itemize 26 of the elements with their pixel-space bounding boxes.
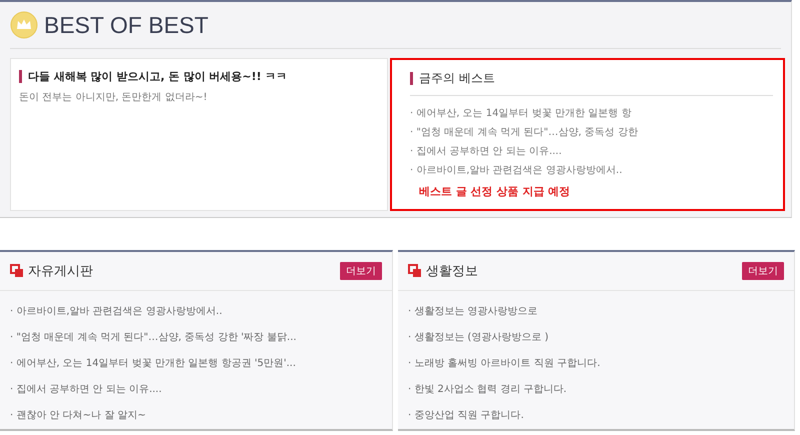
notice-text: 베스트 글 선정 상품 지급 예정 [419,184,572,199]
post-link[interactable]: · 집에서 공부하면 안 되는 이유.... [10,377,382,403]
weekly-best-title: 금주의 베스트 [419,70,495,87]
post-link[interactable]: · 괜찮아 안 다쳐~나 잘 알지~ [10,403,382,429]
more-button[interactable]: 더보기 [742,262,784,280]
board-icon [10,264,24,278]
featured-title[interactable]: 다들 새해복 많이 받으시고, 돈 많이 버세용~!! ㅋㅋ [28,69,288,84]
post-link[interactable]: · 생활정보는 영광사랑방으로 [408,299,784,325]
crown-icon [10,11,38,39]
post-link[interactable]: · 에어부산, 오는 14일부터 벚꽃 만개한 일본행 항 [410,104,773,123]
post-link[interactable]: · 한빛 2사업소 협력 경리 구합니다. [408,377,784,403]
post-link[interactable]: · 아르바이트,알바 관련검색은 영광사랑방에서.. [10,299,382,325]
featured-summary: 돈이 전부는 아니지만, 돈만한게 없더라~! [19,91,208,104]
post-link[interactable]: · 노래방 홀써빙 아르바이트 직원 구합니다. [408,351,784,377]
board-title: 생활정보 [426,263,479,280]
more-button[interactable]: 더보기 [340,262,382,280]
section-title: BEST OF BEST [44,12,208,38]
post-link[interactable]: · 집에서 공부하면 안 되는 이유.... [410,142,773,161]
post-link[interactable]: · "엄청 매운데 계속 먹게 된다"…삼양, 중독성 강한 '짜장 불닭... [10,325,382,351]
post-link[interactable]: · 중앙산업 직원 구합니다. [408,403,784,429]
board-icon [408,264,422,278]
board-title: 자유게시판 [28,263,94,280]
post-link[interactable]: · 아르바이트,알바 관련검색은 영광사랑방에서.. [410,161,773,180]
post-link[interactable]: · 에어부산, 오는 14일부터 벚꽃 만개한 일본행 항공권 '5만원'... [10,351,382,377]
post-link[interactable]: · 생활정보는 (영광사랑방으로 ) [408,325,784,351]
post-link[interactable]: · "엄청 매운데 계속 먹게 된다"…삼양, 중독성 강한 [410,123,773,142]
